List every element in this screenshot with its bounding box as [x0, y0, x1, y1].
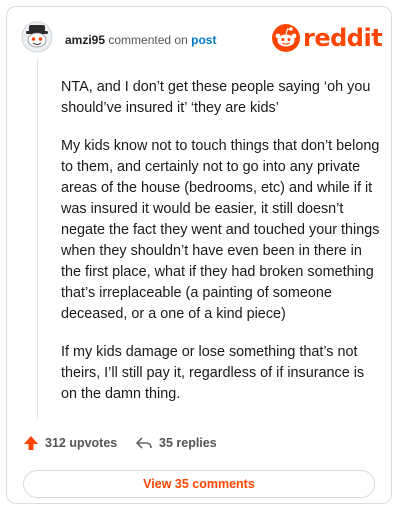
thread-line	[37, 59, 38, 419]
comment-header: amzi95 commented on post reddit	[21, 17, 383, 57]
comment-meta: amzi95 commented on post	[65, 33, 216, 47]
reddit-wordmark: reddit	[303, 24, 383, 52]
comment-body: NTA, and I don’t get these people saying…	[61, 77, 383, 422]
comment-card: amzi95 commented on post reddit NTA, and…	[6, 6, 392, 504]
action-text: commented on	[108, 33, 188, 47]
post-link[interactable]: post	[191, 33, 216, 47]
reddit-alien-icon	[272, 24, 300, 52]
reply-button[interactable]: 35 replies	[135, 435, 217, 451]
snoo-avatar-icon[interactable]	[21, 21, 53, 53]
comment-paragraph: If my kids damage or lose something that…	[61, 344, 365, 402]
upvote-arrow-icon	[24, 436, 38, 450]
reply-count: 35 replies	[159, 436, 217, 450]
username-link[interactable]: amzi95	[65, 33, 105, 47]
comment-actions: 312 upvotes 35 replies	[23, 435, 383, 455]
reddit-logo[interactable]: reddit	[271, 23, 383, 53]
upvote-count: 312 upvotes	[45, 436, 118, 450]
comment-paragraph: My kids know not to touch things that do…	[61, 138, 380, 322]
comment-paragraph: NTA, and I don’t get these people saying…	[61, 79, 371, 116]
reply-arrow-icon	[136, 437, 152, 449]
upvote-button[interactable]: 312 upvotes	[23, 435, 117, 451]
view-comments-button[interactable]: View 35 comments	[23, 470, 375, 498]
